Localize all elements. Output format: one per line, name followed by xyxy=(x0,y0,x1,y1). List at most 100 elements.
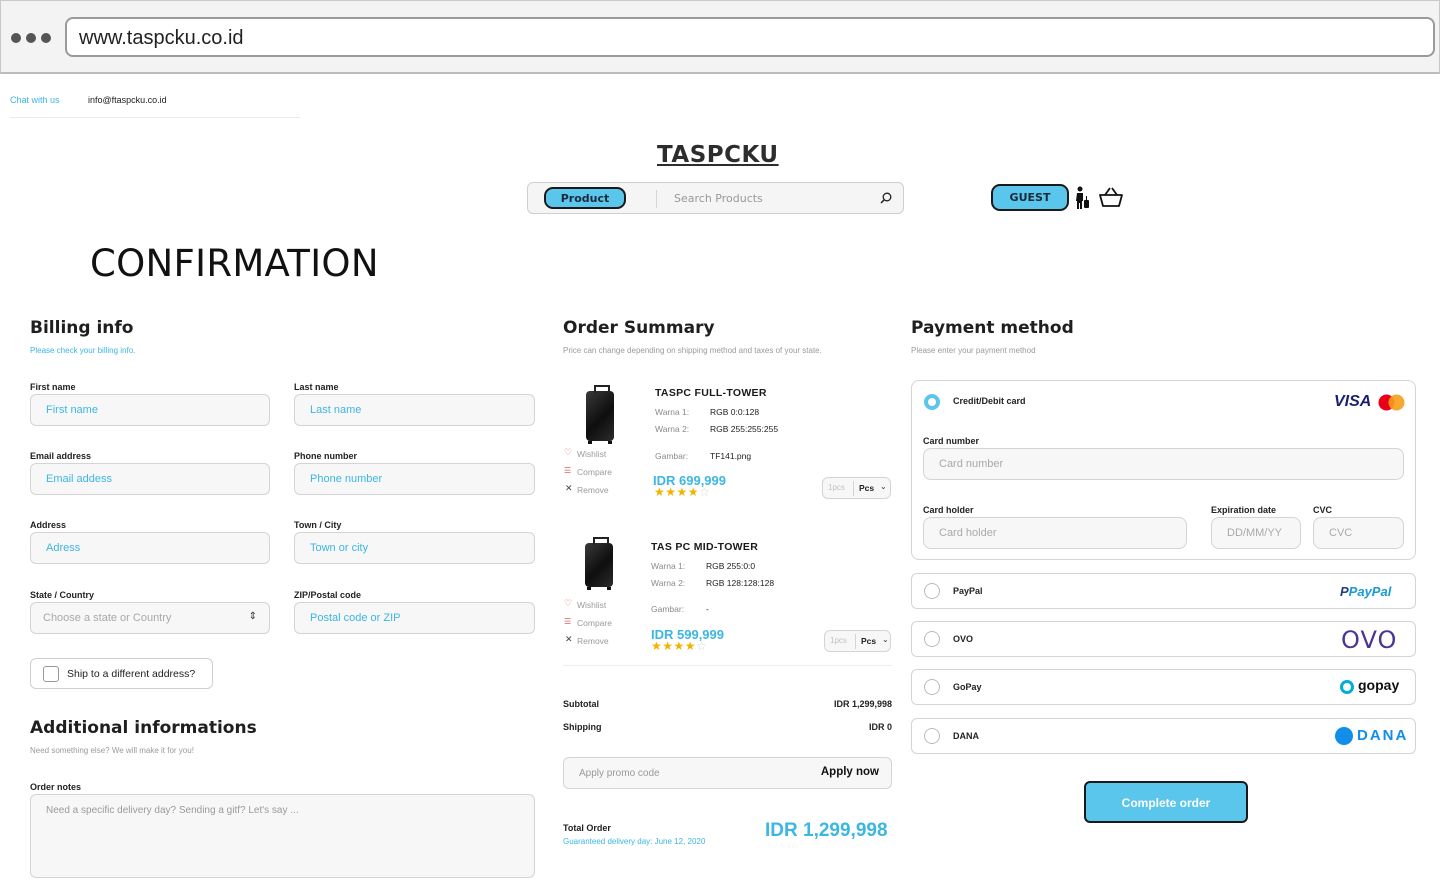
search-input[interactable]: Search Products xyxy=(674,192,763,205)
subtotal-value: IDR 1,299,998 xyxy=(833,699,892,709)
compare-link[interactable]: Compare xyxy=(577,618,612,628)
shipping-value: IDR 0 xyxy=(868,722,892,732)
heart-icon[interactable]: ♡ xyxy=(564,448,572,458)
payment-option-label: GoPay xyxy=(953,682,982,692)
remove-link[interactable]: Remove xyxy=(577,636,609,646)
ship-different-label: Ship to a different address? xyxy=(67,668,196,680)
first-name-field[interactable]: First name xyxy=(30,394,270,426)
gopay-logo: gopay xyxy=(1358,677,1400,693)
heart-icon[interactable]: ♡ xyxy=(564,599,572,609)
card-holder-label: Card holder xyxy=(923,505,974,515)
address-label: Address xyxy=(30,520,67,530)
site-logo[interactable]: TASPCKU xyxy=(657,142,779,168)
quantity-selector[interactable]: 1pcs Pcs ⌄ xyxy=(822,477,891,499)
apply-promo-button[interactable]: Apply now xyxy=(821,766,879,778)
product-image[interactable] xyxy=(586,385,614,444)
quantity-selector[interactable]: 1pcs Pcs ⌄ xyxy=(824,630,891,652)
product-attr-key: Warna 1: xyxy=(655,407,690,417)
compare-link[interactable]: Compare xyxy=(577,467,612,477)
promo-code-input[interactable]: Apply promo code xyxy=(579,768,660,779)
product-attr-value: RGB 0:0:128 xyxy=(710,407,760,417)
email-field[interactable]: Email addess xyxy=(30,463,270,495)
divider xyxy=(656,190,657,208)
product-attr-key: Warna 2: xyxy=(651,578,686,588)
payment-option-label: OVO xyxy=(953,634,974,644)
wishlist-link[interactable]: Wishlist xyxy=(577,449,606,459)
search-bar: Product Search Products xyxy=(527,182,904,214)
card-number-label: Card number xyxy=(923,436,980,446)
phone-field[interactable]: Phone number xyxy=(294,463,535,495)
paypal-brand-text: PayPal xyxy=(1348,584,1392,599)
payment-title: Payment method xyxy=(911,318,1074,338)
product-category-button[interactable]: Product xyxy=(544,187,626,209)
wishlist-link[interactable]: Wishlist xyxy=(577,600,606,610)
chevron-down-icon: ⌄ xyxy=(880,482,887,491)
compare-icon[interactable]: ☰ xyxy=(564,617,571,626)
payment-option-label: PayPal xyxy=(953,586,983,596)
divider xyxy=(853,481,854,496)
basket-icon[interactable] xyxy=(1099,187,1123,208)
chevron-down-icon: ⌄ xyxy=(882,635,889,644)
zip-field[interactable]: Postal code or ZIP xyxy=(294,602,535,634)
dana-radio[interactable] xyxy=(924,728,940,744)
mastercard-icon xyxy=(1378,394,1405,411)
product-attr-key: Gambar: xyxy=(651,604,685,614)
guest-button[interactable]: GUEST xyxy=(991,184,1069,211)
product-name[interactable]: TAS PC MID-TOWER xyxy=(651,541,758,553)
address-bar[interactable]: www.taspcku.co.id xyxy=(65,17,1435,57)
order-notes-field[interactable]: Need a specific delivery day? Sending a … xyxy=(30,794,535,878)
payment-option-ovo[interactable]: OVO OVO xyxy=(911,621,1416,657)
payment-option-gopay[interactable]: GoPay gopay xyxy=(911,669,1416,705)
total-value: IDR 1,299,998 xyxy=(765,820,888,841)
card-radio[interactable] xyxy=(924,394,940,410)
rating-stars: ★★★★☆ xyxy=(654,485,711,499)
ship-different-checkbox[interactable] xyxy=(43,666,59,682)
product-attr-value: RGB 128:128:128 xyxy=(706,578,775,588)
address-field[interactable]: Adress xyxy=(30,532,270,564)
remove-link[interactable]: Remove xyxy=(577,485,609,495)
ovo-radio[interactable] xyxy=(924,631,940,647)
window-dot xyxy=(41,33,51,43)
summary-title: Order Summary xyxy=(563,318,715,338)
quantity-value: 1pcs xyxy=(830,636,847,645)
close-icon[interactable]: ✕ xyxy=(565,484,573,494)
window-dot xyxy=(11,33,21,43)
email-label: Email address xyxy=(30,451,92,461)
contact-email: info@ftaspcku.co.id xyxy=(88,95,167,105)
additional-title: Additional informations xyxy=(30,718,257,738)
billing-title: Billing info xyxy=(30,318,134,338)
ship-different-toggle[interactable]: Ship to a different address? xyxy=(30,658,213,689)
payment-option-dana[interactable]: DANA DANA xyxy=(911,718,1416,754)
first-name-label: First name xyxy=(30,382,76,392)
payment-option-paypal[interactable]: PayPal РPayPal xyxy=(911,573,1416,609)
paypal-logo: РPayPal xyxy=(1340,584,1392,599)
product-attr-key: Gambar: xyxy=(655,451,689,461)
close-icon[interactable]: ✕ xyxy=(565,635,573,645)
card-holder-field[interactable]: Card holder xyxy=(923,517,1187,549)
payment-subtitle: Please enter your payment method xyxy=(911,346,1036,355)
additional-subtitle: Need something else? We will make it for… xyxy=(30,746,194,755)
order-notes-label: Order notes xyxy=(30,782,82,792)
expiry-field[interactable]: DD/MM/YY xyxy=(1211,517,1301,549)
state-label: State / Country xyxy=(30,590,95,600)
search-icon[interactable] xyxy=(880,192,892,204)
card-number-field[interactable]: Card number xyxy=(923,448,1404,480)
divider xyxy=(563,665,892,666)
total-label: Total Order xyxy=(563,823,611,833)
gopay-radio[interactable] xyxy=(924,679,940,695)
state-select[interactable]: Choose a state or Country ⇕ xyxy=(30,602,270,634)
select-updown-icon: ⇕ xyxy=(248,611,257,622)
complete-order-button[interactable]: Complete order xyxy=(1084,781,1248,823)
product-image[interactable] xyxy=(585,537,613,590)
town-field[interactable]: Town or city xyxy=(294,532,535,564)
payment-option-label: DANA xyxy=(953,731,979,741)
cvc-field[interactable]: CVC xyxy=(1313,517,1404,549)
traveler-user-icon[interactable] xyxy=(1074,186,1090,210)
compare-icon[interactable]: ☰ xyxy=(564,466,571,475)
chat-link[interactable]: Chat with us xyxy=(10,95,60,105)
quantity-value: 1pcs xyxy=(828,483,845,492)
paypal-radio[interactable] xyxy=(924,583,940,599)
product-name[interactable]: TASPC FULL-TOWER xyxy=(655,387,767,399)
last-name-field[interactable]: Last name xyxy=(294,394,535,426)
page-title: CONFIRMATION xyxy=(90,242,379,285)
